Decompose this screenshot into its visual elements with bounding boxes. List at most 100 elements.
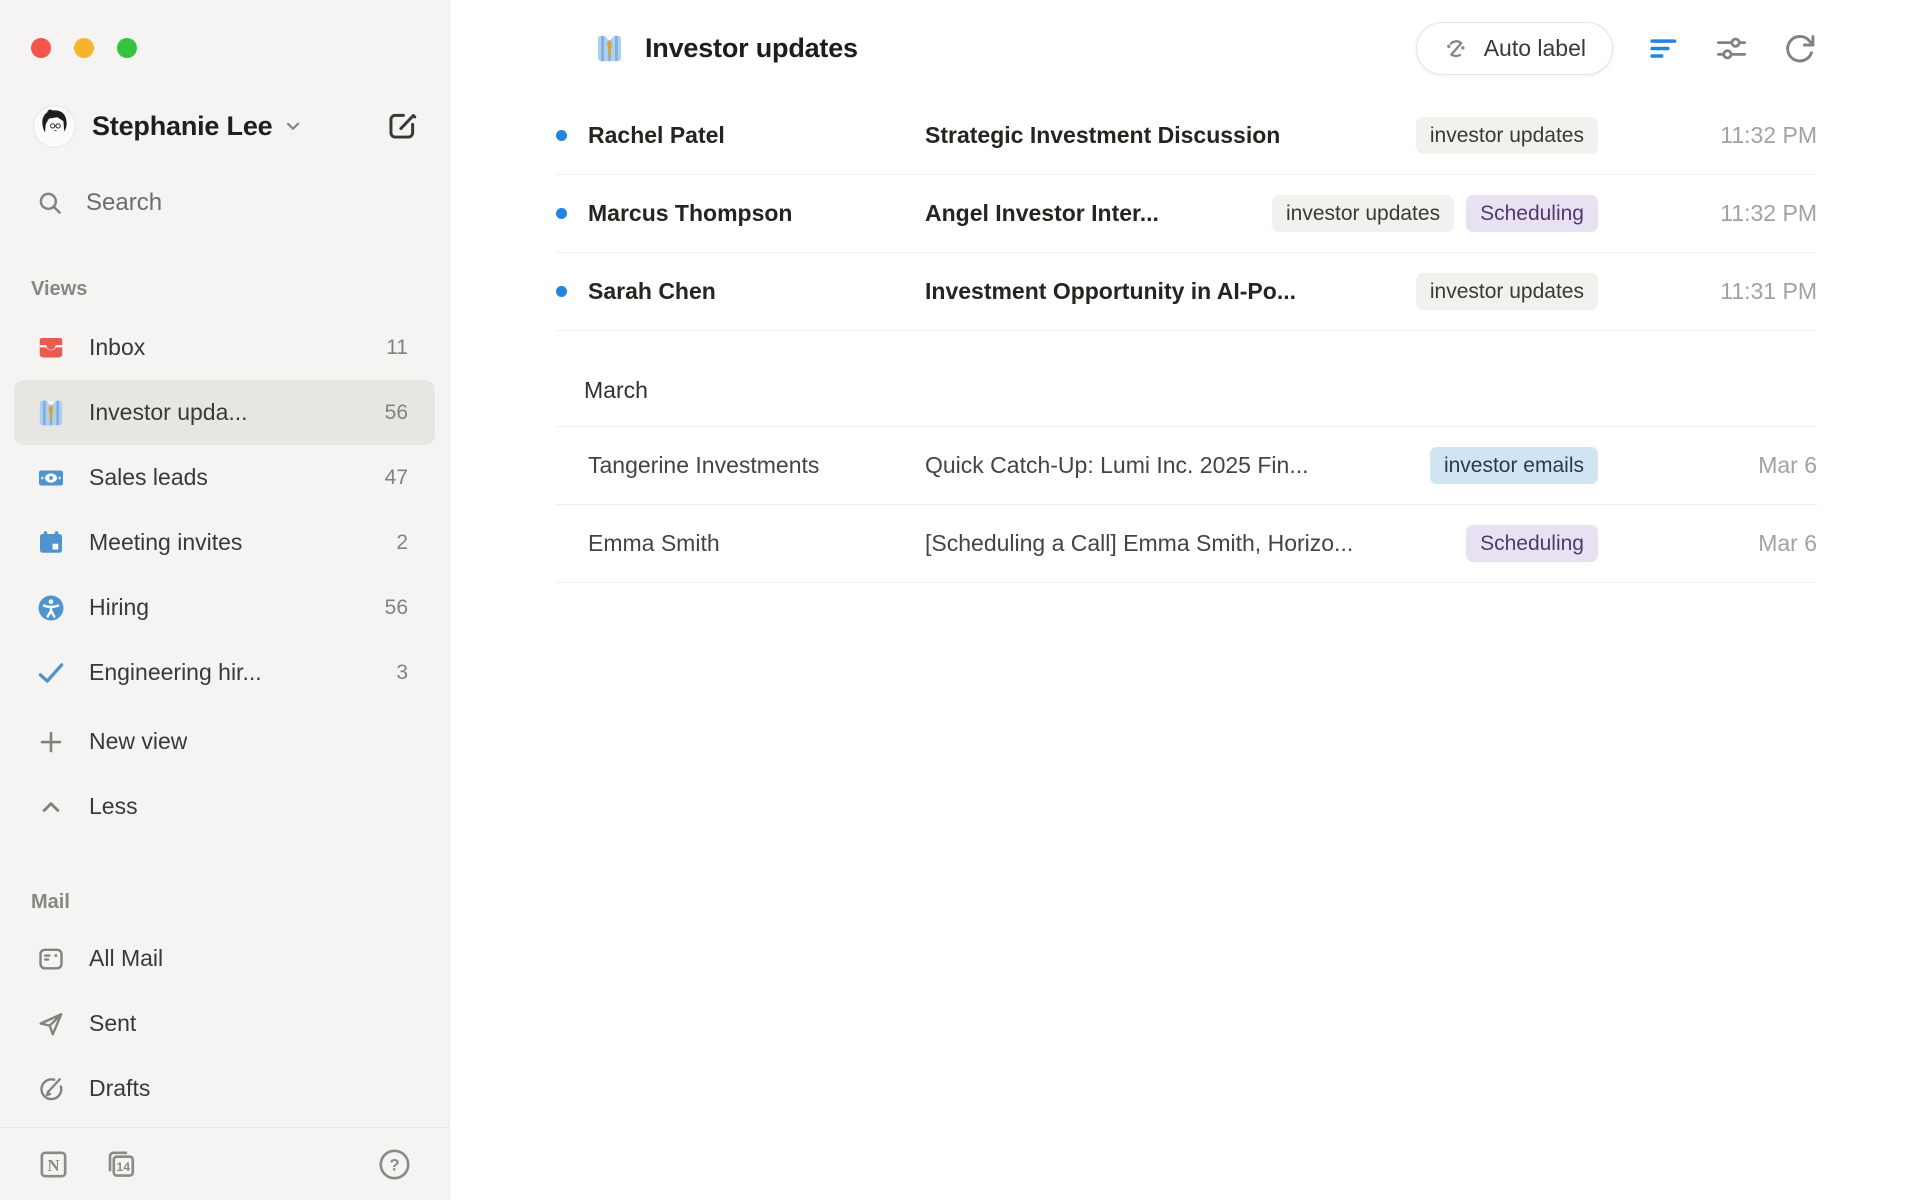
sidebar-item-inbox[interactable]: Inbox11	[14, 315, 435, 380]
account-name[interactable]: Stephanie Lee	[92, 111, 272, 142]
view-header: Investor updates Auto label	[556, 0, 1817, 97]
label-chip-scheduling[interactable]: Scheduling	[1466, 195, 1598, 232]
svg-text:?: ?	[389, 1155, 399, 1174]
email-row[interactable]: Rachel Patel Strategic Investment Discuss…	[556, 97, 1817, 175]
email-time: 11:31 PM	[1612, 278, 1817, 305]
account-switcher: Stephanie Lee	[33, 102, 419, 150]
sidebar-action-less[interactable]: Less	[14, 774, 435, 839]
sidebar-item-drafts[interactable]: Drafts	[14, 1056, 435, 1121]
email-labels: investor updates	[1416, 273, 1598, 310]
chevron-down-icon[interactable]	[282, 115, 304, 137]
email-labels: investor updates Scheduling	[1272, 195, 1598, 232]
display-options-icon[interactable]	[1714, 31, 1749, 66]
sidebar-item-sent[interactable]: Sent	[14, 991, 435, 1056]
all-mail-icon	[36, 944, 66, 974]
sidebar-item-label: Investor upda...	[89, 399, 248, 426]
email-subject: Quick Catch-Up: Lumi Inc. 2025 Fin...	[925, 452, 1406, 479]
email-subject: [Scheduling a Call] Emma Smith, Horizo..…	[925, 530, 1442, 557]
sidebar-item-all-mail[interactable]: All Mail	[14, 926, 435, 991]
sidebar-item-label: Sales leads	[89, 464, 208, 491]
sidebar-item-label: New view	[89, 728, 187, 755]
auto-label-icon	[1443, 35, 1471, 63]
notion-calendar-icon[interactable]: 14	[103, 1147, 138, 1182]
unread-count: 47	[385, 466, 408, 490]
search-icon	[36, 189, 64, 217]
send-icon	[36, 1009, 66, 1039]
email-sender: Tangerine Investments	[588, 452, 902, 479]
email-labels: Scheduling	[1466, 525, 1598, 562]
sidebar-footer: N 14 ?	[0, 1127, 449, 1200]
drafts-icon	[36, 1074, 66, 1104]
label-chip-scheduling[interactable]: Scheduling	[1466, 525, 1598, 562]
email-row[interactable]: Marcus ThompsonAngel Investor Inter...in…	[556, 175, 1817, 253]
filter-icon[interactable]	[1646, 31, 1681, 66]
label-chip-investor-updates[interactable]: investor updates	[1416, 117, 1598, 154]
unread-dot	[556, 286, 567, 297]
checkmark-icon	[36, 658, 66, 688]
minimize-window-button[interactable]	[74, 38, 94, 58]
mail-list: All Mail Sent Drafts	[0, 926, 449, 1121]
refresh-icon[interactable]	[1782, 31, 1817, 66]
label-chip-investor-emails[interactable]: investor emails	[1430, 447, 1598, 484]
view-title-group: Investor updates	[594, 33, 858, 64]
sidebar-item-label: All Mail	[89, 945, 163, 972]
sidebar-item-engineering-hir[interactable]: Engineering hir...3	[14, 640, 435, 705]
necktie-icon	[594, 33, 625, 64]
sidebar-item-label: Engineering hir...	[89, 659, 262, 686]
view-title: Investor updates	[645, 33, 858, 64]
email-time: Mar 6	[1612, 452, 1817, 479]
sidebar-item-label: Hiring	[89, 594, 149, 621]
banknote-icon	[36, 463, 66, 493]
email-labels: investor emails	[1430, 447, 1598, 484]
auto-label-text: Auto label	[1484, 35, 1586, 62]
avatar[interactable]	[33, 105, 76, 148]
email-sender: Rachel Patel	[588, 122, 902, 149]
label-chip-investor-updates[interactable]: investor updates	[1272, 195, 1454, 232]
date-group-title: March	[584, 377, 648, 404]
calendar-icon	[36, 528, 66, 558]
svg-text:N: N	[47, 1156, 59, 1175]
search-placeholder: Search	[86, 189, 162, 217]
chevron-up-icon	[36, 792, 66, 822]
sidebar: Stephanie Lee Search Views Inbox11Invest…	[0, 0, 450, 1200]
unread-count: 56	[385, 596, 408, 620]
header-actions: Auto label	[1416, 22, 1817, 75]
label-chip-investor-updates[interactable]: investor updates	[1416, 273, 1598, 310]
auto-label-button[interactable]: Auto label	[1416, 22, 1613, 75]
notion-logo-icon[interactable]: N	[36, 1147, 71, 1182]
help-icon[interactable]: ?	[377, 1147, 412, 1182]
date-group-header: March	[556, 355, 1817, 427]
email-sender: Emma Smith	[588, 530, 902, 557]
search-input[interactable]: Search	[36, 188, 421, 218]
plus-icon	[36, 727, 66, 757]
window-controls	[31, 38, 449, 58]
sidebar-item-label: Meeting invites	[89, 529, 242, 556]
unread-dot	[556, 208, 567, 219]
sidebar-item-sales-leads[interactable]: Sales leads 47	[14, 445, 435, 510]
sidebar-item-label: Drafts	[89, 1075, 150, 1102]
email-group: Rachel Patel Strategic Investment Discuss…	[556, 97, 1817, 331]
views-actions: New view Less	[0, 709, 449, 839]
email-row[interactable]: Emma Smith [Scheduling a Call] Emma Smith…	[556, 505, 1817, 583]
email-row[interactable]: Tangerine Investments Quick Catch-Up: Lum…	[556, 427, 1817, 505]
notion-mail-window: Stephanie Lee Search Views Inbox11Invest…	[0, 0, 1920, 1200]
fullscreen-window-button[interactable]	[117, 38, 137, 58]
views-list: Inbox11 Investor upda... 56 Sales leads 47 Me…	[0, 315, 449, 705]
compose-button[interactable]	[385, 109, 419, 143]
close-window-button[interactable]	[31, 38, 51, 58]
sidebar-item-label: Sent	[89, 1010, 136, 1037]
unread-count: 56	[385, 401, 408, 425]
email-labels: investor updates	[1416, 117, 1598, 154]
sidebar-action-new-view[interactable]: New view	[14, 709, 435, 774]
email-row[interactable]: Sarah ChenInvestment Opportunity in AI-P…	[556, 253, 1817, 331]
sidebar-item-investor-upda[interactable]: Investor upda... 56	[14, 380, 435, 445]
sidebar-item-meeting-invites[interactable]: Meeting invites2	[14, 510, 435, 575]
email-subject: Strategic Investment Discussion	[925, 122, 1392, 149]
svg-text:14: 14	[116, 1159, 130, 1173]
email-time: 11:32 PM	[1612, 122, 1817, 149]
accessibility-icon	[36, 593, 66, 623]
views-section-label: Views	[31, 278, 449, 301]
sidebar-item-hiring[interactable]: Hiring 56	[14, 575, 435, 640]
email-sender: Marcus Thompson	[588, 200, 902, 227]
unread-dot	[556, 130, 567, 141]
